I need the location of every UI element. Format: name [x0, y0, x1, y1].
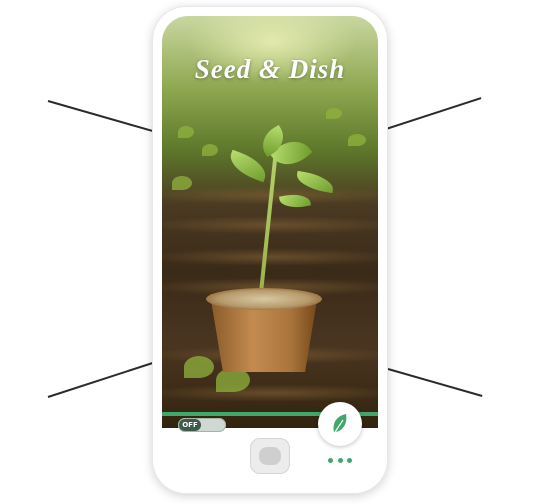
dot	[328, 457, 333, 463]
app-title: Seed & Dish	[194, 54, 346, 84]
background-sprout	[348, 134, 366, 146]
leaf-action-button[interactable]	[318, 402, 362, 446]
background-sprout	[326, 108, 342, 119]
soil-row	[162, 384, 378, 402]
callout-line-top-right	[385, 97, 482, 130]
callout-line-top-left	[47, 100, 155, 133]
phone-frame: Seed & Dish OFF	[152, 6, 388, 494]
plant-pot-soil	[206, 288, 322, 310]
background-sprout	[172, 176, 192, 190]
power-toggle[interactable]: OFF	[178, 418, 226, 432]
background-sprout	[178, 126, 194, 138]
more-dots-icon[interactable]	[328, 456, 352, 464]
callout-line-bottom-left	[47, 362, 153, 398]
soil-row	[162, 248, 378, 266]
seedling-leaf	[225, 149, 271, 183]
home-button-icon	[259, 447, 281, 465]
toggle-label: OFF	[179, 419, 201, 431]
callout-line-bottom-right	[387, 368, 483, 397]
background-sprout	[184, 356, 214, 378]
background-sprout	[202, 144, 218, 156]
leaf-icon	[333, 414, 347, 433]
home-button[interactable]	[250, 438, 290, 474]
dot	[347, 457, 352, 463]
app-screen: Seed & Dish	[162, 16, 378, 428]
dot	[337, 457, 343, 463]
